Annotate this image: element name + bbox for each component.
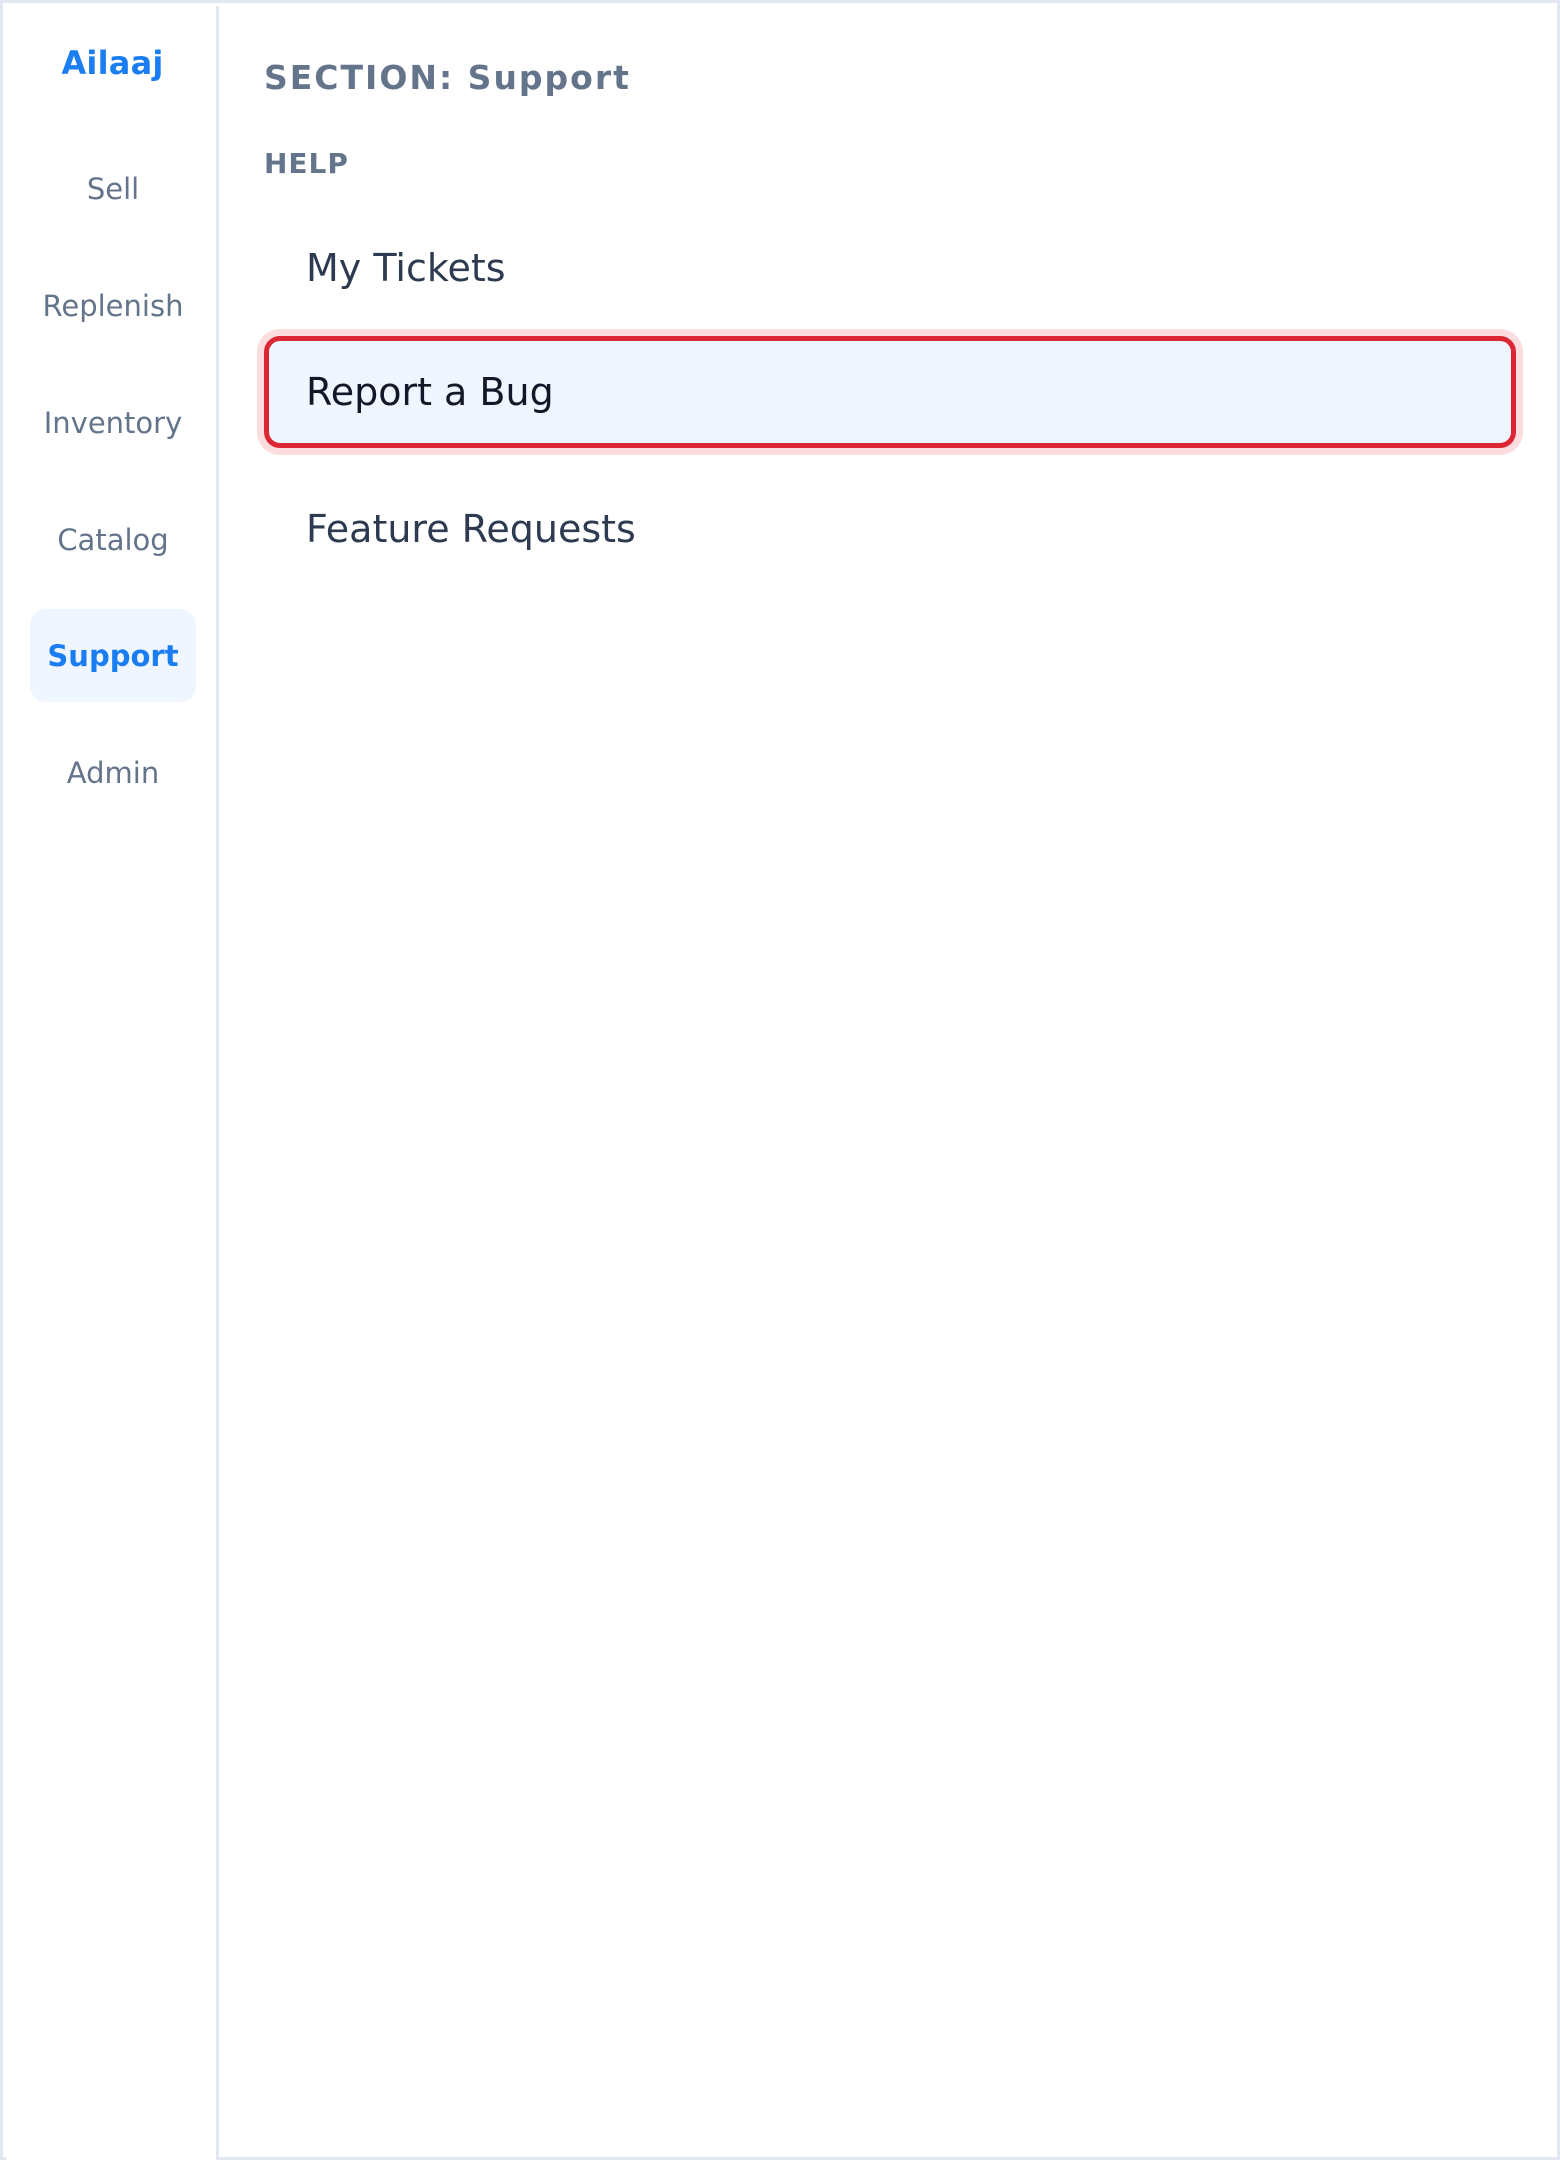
menu-item-label: Feature Requests [306, 507, 636, 551]
menu-item-label: My Tickets [306, 246, 506, 290]
sidebar-item-admin[interactable]: Admin [30, 726, 196, 819]
sidebar-item-label: Catalog [57, 522, 169, 557]
menu-item-label: Report a Bug [306, 370, 554, 414]
brand-logo[interactable]: Ailaaj [6, 44, 219, 82]
sidebar-item-support[interactable]: Support [30, 609, 196, 702]
sidebar-item-label: Inventory [43, 405, 183, 440]
group-label-help: HELP [264, 147, 349, 180]
sidebar-item-catalog[interactable]: Catalog [30, 493, 196, 586]
main-panel: SECTION: Support HELP My Tickets Report … [222, 6, 1560, 2160]
sidebar-item-label: Sell [86, 171, 140, 206]
menu-item-report-a-bug[interactable]: Report a Bug [264, 336, 1516, 448]
app-frame: Ailaaj Sell Replenish Inventory Catalog … [0, 0, 1560, 2160]
sidebar-item-label: Support [47, 638, 179, 673]
sidebar-item-sell[interactable]: Sell [30, 142, 196, 235]
sidebar-item-replenish[interactable]: Replenish [30, 259, 196, 352]
menu-item-my-tickets[interactable]: My Tickets [264, 212, 1516, 324]
sidebar-item-inventory[interactable]: Inventory [30, 376, 196, 469]
section-title: SECTION: Support [264, 58, 631, 97]
sidebar-item-label: Replenish [42, 288, 184, 323]
sidebar-item-label: Admin [66, 755, 160, 790]
menu-item-feature-requests[interactable]: Feature Requests [264, 473, 1516, 585]
sidebar: Ailaaj Sell Replenish Inventory Catalog … [6, 6, 219, 2160]
